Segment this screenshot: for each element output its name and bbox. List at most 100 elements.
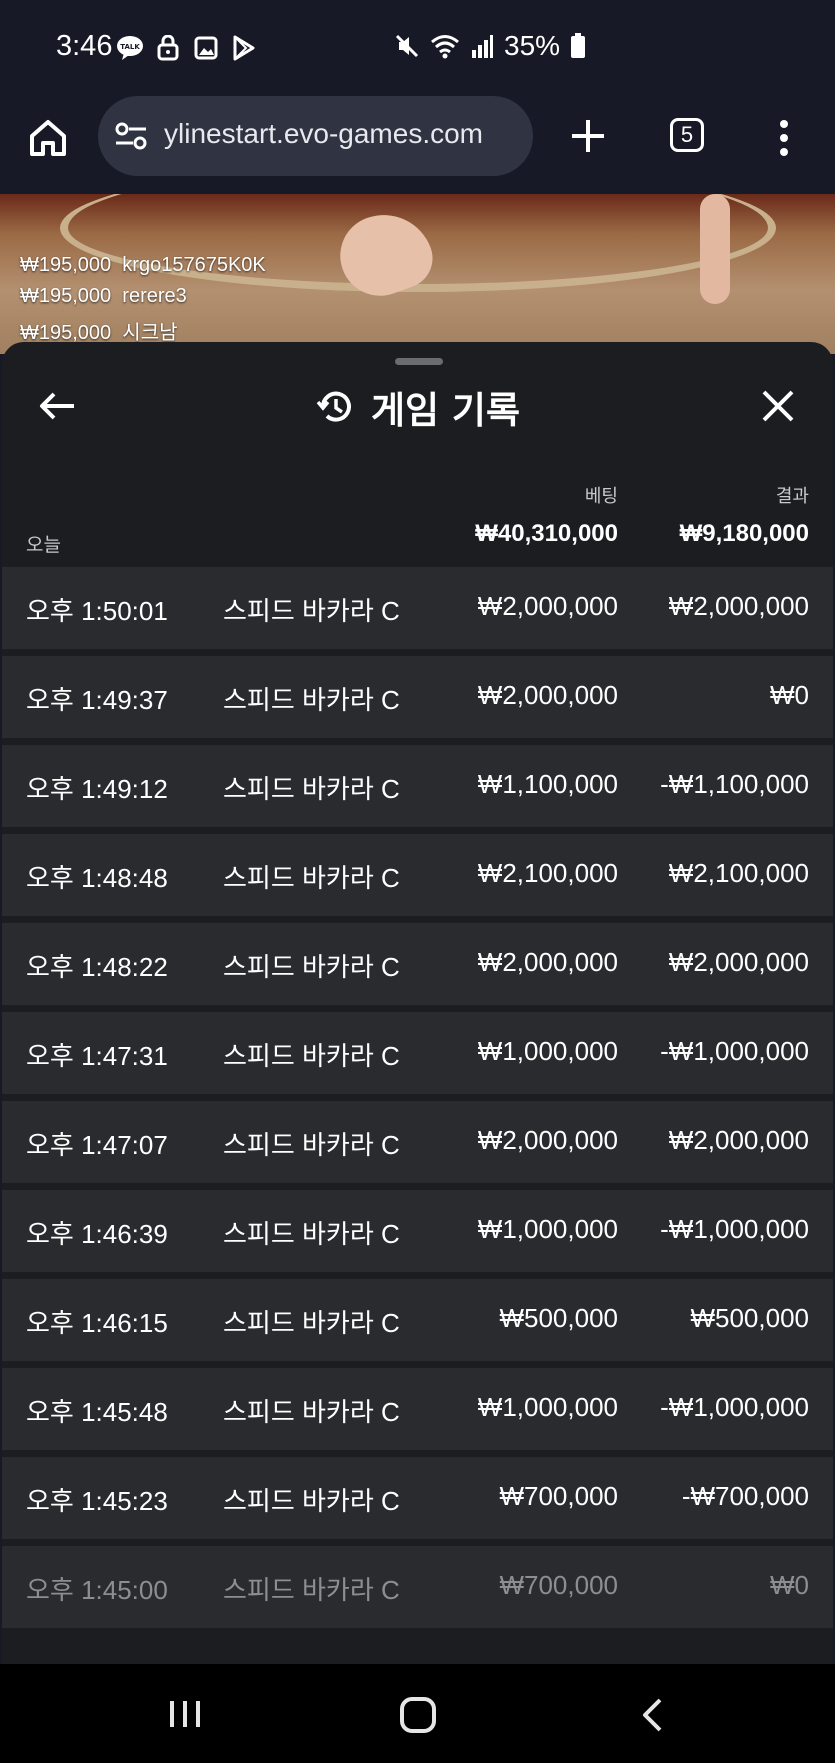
- bet-overlay-line: ₩195,000 시크남: [20, 322, 178, 344]
- history-icon: [316, 391, 351, 422]
- history-row[interactable]: 오후 1:47:07 스피드 바카라 C ₩2,000,000 ₩2,000,0…: [2, 1101, 833, 1183]
- svg-text:TALK: TALK: [120, 43, 140, 51]
- history-row[interactable]: 오후 1:46:39 스피드 바카라 C ₩1,000,000 -₩1,000,…: [2, 1190, 833, 1272]
- row-result: ₩2,000,000: [668, 591, 809, 621]
- dealer-arm: [700, 194, 730, 304]
- row-game: 스피드 바카라 C: [223, 1575, 400, 1605]
- status-icons-left: TALK: [116, 34, 258, 62]
- row-time: 오후 1:45:23: [26, 1486, 168, 1516]
- history-row[interactable]: 오후 1:48:22 스피드 바카라 C ₩2,000,000 ₩2,000,0…: [2, 923, 833, 1005]
- status-bar: 3:46 TALK 35%: [0, 0, 835, 96]
- history-row[interactable]: 오후 1:48:48 스피드 바카라 C ₩2,100,000 ₩2,100,0…: [2, 834, 833, 916]
- row-result: ₩2,000,000: [668, 1125, 809, 1155]
- mute-icon: [395, 34, 419, 58]
- row-bet: ₩2,100,000: [477, 858, 618, 888]
- history-row[interactable]: 오후 1:49:37 스피드 바카라 C ₩2,000,000 ₩0: [2, 656, 833, 738]
- battery-percent: 35%: [504, 30, 561, 61]
- row-game: 스피드 바카라 C: [223, 1130, 400, 1160]
- url-text[interactable]: ylinestart.evo-games.com: [164, 118, 524, 150]
- row-result: ₩500,000: [690, 1303, 809, 1333]
- bet-overlay-line: ₩195,000 rerere3: [20, 285, 187, 307]
- total-bet: ₩40,310,000: [475, 520, 618, 547]
- more-menu-icon[interactable]: [774, 118, 794, 158]
- row-game: 스피드 바카라 C: [223, 1041, 400, 1071]
- system-nav-bar: [0, 1664, 835, 1763]
- row-game: 스피드 바카라 C: [223, 596, 400, 626]
- lock-icon: [154, 34, 182, 62]
- live-video-background: ₩195,000 krgo157675K0K ₩195,000 rerere3 …: [0, 194, 835, 354]
- row-time: 오후 1:45:00: [26, 1575, 168, 1605]
- game-history-panel: 게임 기록 베팅 결과 오늘 ₩40,310,000 ₩9,180,000 오후…: [2, 342, 833, 1664]
- row-game: 스피드 바카라 C: [223, 863, 400, 893]
- wifi-icon: [431, 35, 459, 59]
- history-list: 오후 1:50:01 스피드 바카라 C ₩2,000,000 ₩2,000,0…: [2, 567, 833, 1635]
- row-time: 오후 1:47:07: [26, 1130, 168, 1160]
- history-row[interactable]: 오후 1:45:00 스피드 바카라 C ₩700,000 ₩0: [2, 1546, 833, 1628]
- row-result: -₩1,100,000: [660, 769, 809, 799]
- result-column-header: 결과: [775, 486, 809, 507]
- row-result: ₩0: [770, 680, 809, 710]
- row-time: 오후 1:46:39: [26, 1219, 168, 1249]
- row-time: 오후 1:45:48: [26, 1397, 168, 1427]
- back-icon[interactable]: [640, 1697, 664, 1733]
- row-game: 스피드 바카라 C: [223, 774, 400, 804]
- status-time: 3:46: [56, 30, 113, 62]
- site-settings-icon[interactable]: [114, 121, 148, 151]
- close-icon[interactable]: [758, 386, 798, 426]
- history-row[interactable]: 오후 1:45:23 스피드 바카라 C ₩700,000 -₩700,000: [2, 1457, 833, 1539]
- history-row[interactable]: 오후 1:47:31 스피드 바카라 C ₩1,000,000 -₩1,000,…: [2, 1012, 833, 1094]
- bet-column-header: 베팅: [584, 486, 618, 507]
- row-time: 오후 1:50:01: [26, 596, 168, 626]
- row-bet: ₩1,100,000: [477, 769, 618, 799]
- row-time: 오후 1:49:12: [26, 774, 168, 804]
- row-result: -₩700,000: [681, 1481, 809, 1511]
- row-result: ₩0: [770, 1570, 809, 1600]
- history-row[interactable]: 오후 1:49:12 스피드 바카라 C ₩1,100,000 -₩1,100,…: [2, 745, 833, 827]
- talk-icon: TALK: [116, 34, 144, 62]
- address-bar[interactable]: ylinestart.evo-games.com: [98, 96, 533, 176]
- row-time: 오후 1:49:37: [26, 685, 168, 715]
- row-bet: ₩2,000,000: [477, 591, 618, 621]
- row-result: -₩1,000,000: [660, 1214, 809, 1244]
- row-time: 오후 1:48:22: [26, 952, 168, 982]
- home-icon[interactable]: [26, 116, 70, 160]
- history-row[interactable]: 오후 1:45:48 스피드 바카라 C ₩1,000,000 -₩1,000,…: [2, 1368, 833, 1450]
- row-result: ₩2,000,000: [668, 947, 809, 977]
- row-time: 오후 1:47:31: [26, 1041, 168, 1071]
- drag-handle[interactable]: [395, 358, 443, 365]
- row-result: ₩2,100,000: [668, 858, 809, 888]
- row-bet: ₩1,000,000: [477, 1036, 618, 1066]
- total-result: ₩9,180,000: [679, 520, 809, 547]
- row-game: 스피드 바카라 C: [223, 1486, 400, 1516]
- signal-icon: [472, 35, 493, 58]
- row-bet: ₩1,000,000: [477, 1214, 618, 1244]
- row-result: -₩1,000,000: [660, 1392, 809, 1422]
- bet-overlay-line: ₩195,000 krgo157675K0K: [20, 254, 266, 276]
- row-game: 스피드 바카라 C: [223, 952, 400, 982]
- row-bet: ₩2,000,000: [477, 1125, 618, 1155]
- row-bet: ₩700,000: [499, 1481, 618, 1511]
- row-game: 스피드 바카라 C: [223, 1308, 400, 1338]
- row-bet: ₩2,000,000: [477, 947, 618, 977]
- date-group-label: 오늘: [26, 534, 61, 556]
- history-row[interactable]: 오후 1:46:15 스피드 바카라 C ₩500,000 ₩500,000: [2, 1279, 833, 1361]
- panel-header: 게임 기록: [2, 382, 833, 432]
- new-tab-icon[interactable]: [568, 116, 608, 156]
- home-button-icon[interactable]: [400, 1697, 436, 1733]
- browser-toolbar: ylinestart.evo-games.com 5: [0, 96, 835, 194]
- row-bet: ₩2,000,000: [477, 680, 618, 710]
- row-game: 스피드 바카라 C: [223, 685, 400, 715]
- row-game: 스피드 바카라 C: [223, 1219, 400, 1249]
- row-bet: ₩1,000,000: [477, 1392, 618, 1422]
- status-icons-right: 35%: [394, 30, 586, 62]
- row-result: -₩1,000,000: [660, 1036, 809, 1066]
- gallery-icon: [192, 34, 220, 62]
- history-row[interactable]: 오후 1:50:01 스피드 바카라 C ₩2,000,000 ₩2,000,0…: [2, 567, 833, 649]
- play-store-icon: [230, 34, 258, 62]
- row-time: 오후 1:46:15: [26, 1308, 168, 1338]
- row-time: 오후 1:48:48: [26, 863, 168, 893]
- battery-icon: [571, 33, 586, 58]
- recents-icon[interactable]: [168, 1699, 202, 1729]
- tab-switcher-button[interactable]: 5: [670, 118, 704, 152]
- panel-title: 게임 기록: [370, 389, 521, 432]
